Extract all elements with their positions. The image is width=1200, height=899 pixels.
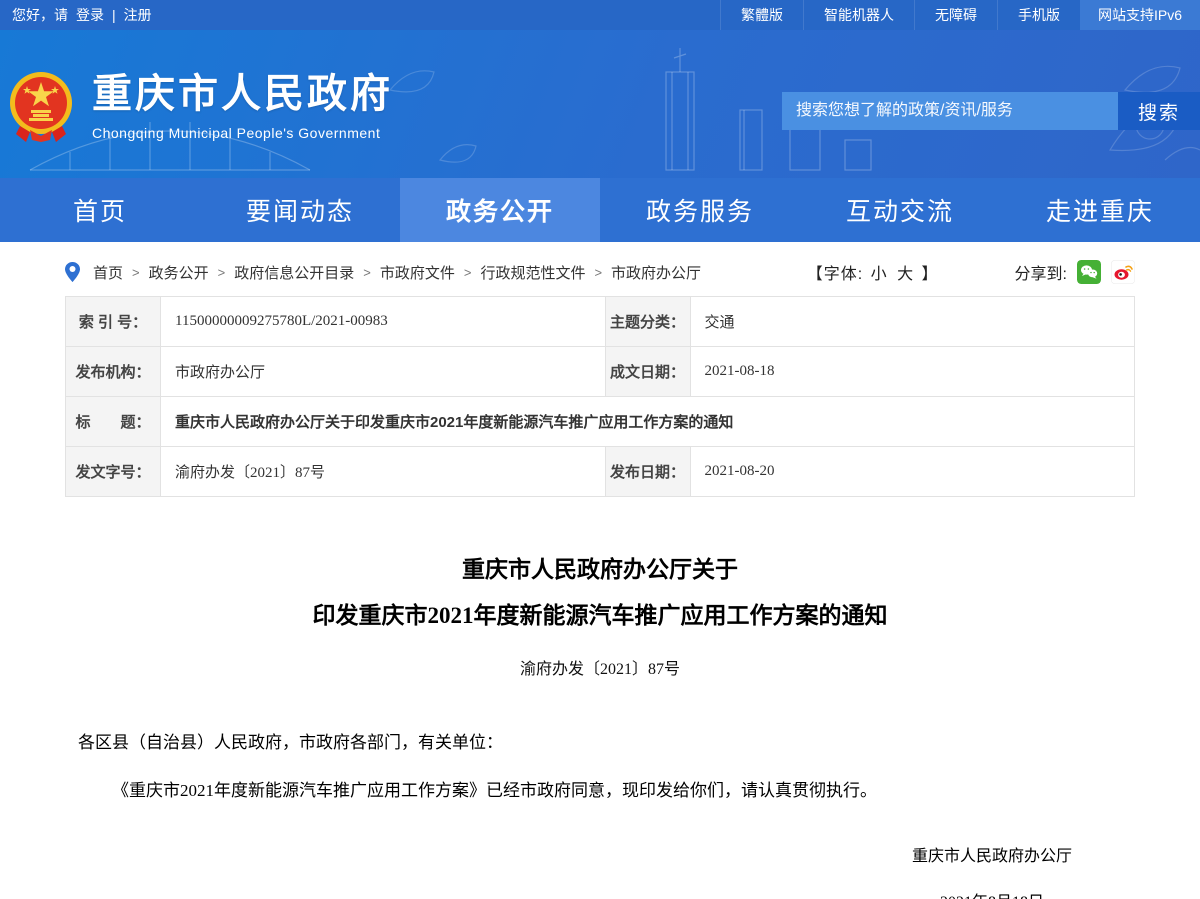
breadcrumb-home[interactable]: 首页: [93, 262, 123, 283]
nav-item-gov-affairs-open[interactable]: 政务公开: [400, 178, 600, 242]
main-nav: 首页 要闻动态 政务公开 政务服务 互动交流 走进重庆: [0, 178, 1200, 242]
breadcrumb-separator: >: [218, 265, 226, 280]
issuing-agency-value: 市政府办公厅: [161, 347, 606, 397]
breadcrumb-gov-open[interactable]: 政务公开: [149, 262, 209, 283]
breadcrumb-normative-docs[interactable]: 行政规范性文件: [480, 262, 585, 283]
issuing-agency-label: 发布机构：: [66, 347, 161, 397]
document-meta-table: 索 引 号： 11500000009275780L/2021-00983 主题分…: [65, 296, 1135, 497]
topic-category-value: 交通: [690, 297, 1135, 347]
smart-robot-link[interactable]: 智能机器人: [803, 0, 914, 30]
publish-date-label: 发布日期：: [605, 447, 690, 497]
document-salutation: 各区县（自治县）人民政府，市政府各部门，有关单位：: [78, 729, 1122, 757]
font-smaller-button[interactable]: 小: [869, 266, 890, 283]
breadcrumb-separator: >: [132, 265, 140, 280]
font-size-control: 【字体: 小 大 】: [807, 260, 939, 284]
signature-block: 重庆市人民政府办公厅 2021年8月18日: [0, 847, 1200, 899]
document-body: 各区县（自治县）人民政府，市政府各部门，有关单位： 《重庆市2021年度新能源汽…: [0, 729, 1200, 805]
wechat-share-icon[interactable]: [1077, 260, 1101, 284]
written-date-value: 2021-08-18: [690, 347, 1135, 397]
register-link[interactable]: 注册: [124, 5, 152, 25]
topbar-divider: |: [112, 7, 116, 23]
login-link[interactable]: 登录: [76, 5, 104, 25]
table-row: 索 引 号： 11500000009275780L/2021-00983 主题分…: [66, 297, 1135, 347]
table-row: 发文字号： 渝府办发〔2021〕87号 发布日期： 2021-08-20: [66, 447, 1135, 497]
page-tools: 【字体: 小 大 】 分享到:: [807, 260, 1135, 284]
breadcrumb-city-gov-docs[interactable]: 市政府文件: [380, 262, 455, 283]
table-row: 发布机构： 市政府办公厅 成文日期： 2021-08-18: [66, 347, 1135, 397]
accessibility-link[interactable]: 无障碍: [914, 0, 997, 30]
table-row: 标 题： 重庆市人民政府办公厅关于印发重庆市2021年度新能源汽车推广应用工作方…: [66, 397, 1135, 447]
topic-category-label: 主题分类：: [605, 297, 690, 347]
share-label: 分享到:: [1015, 260, 1067, 284]
font-larger-button[interactable]: 大: [895, 266, 916, 283]
breadcrumb-separator: >: [363, 265, 371, 280]
font-size-prefix: 【字体:: [807, 266, 863, 283]
written-date-label: 成文日期：: [605, 347, 690, 397]
document-title-line2: 印发重庆市2021年度新能源汽车推广应用工作方案的通知: [0, 593, 1200, 639]
signature-date: 2021年8月18日: [912, 893, 1072, 899]
breadcrumb-separator: >: [464, 265, 472, 280]
breadcrumb-row: 首页 > 政务公开 > 政府信息公开目录 > 市政府文件 > 行政规范性文件 >…: [0, 250, 1200, 294]
document-title: 重庆市人民政府办公厅关于 印发重庆市2021年度新能源汽车推广应用工作方案的通知: [0, 547, 1200, 639]
greeting-text: 您好，请: [12, 5, 68, 25]
document-title-line1: 重庆市人民政府办公厅关于: [0, 547, 1200, 593]
title-value: 重庆市人民政府办公厅关于印发重庆市2021年度新能源汽车推广应用工作方案的通知: [161, 397, 1135, 447]
nav-item-news[interactable]: 要闻动态: [200, 178, 400, 242]
doc-number-value: 渝府办发〔2021〕87号: [161, 447, 606, 497]
publish-date-value: 2021-08-20: [690, 447, 1135, 497]
nav-item-interaction[interactable]: 互动交流: [800, 178, 1000, 242]
location-pin-icon: [65, 262, 80, 282]
weibo-share-icon[interactable]: [1111, 260, 1135, 284]
breadcrumb: 首页 > 政务公开 > 政府信息公开目录 > 市政府文件 > 行政规范性文件 >…: [65, 262, 701, 283]
document-number: 渝府办发〔2021〕87号: [0, 655, 1200, 679]
nav-item-gov-services[interactable]: 政务服务: [600, 178, 800, 242]
site-subtitle: Chongqing Municipal People's Government: [92, 125, 393, 141]
document-paragraph: 《重庆市2021年度新能源汽车推广应用工作方案》已经市政府同意，现印发给你们，请…: [78, 777, 1122, 805]
breadcrumb-separator: >: [594, 265, 602, 280]
index-number-label: 索 引 号：: [66, 297, 161, 347]
national-emblem-logo: [8, 70, 74, 142]
breadcrumb-info-directory[interactable]: 政府信息公开目录: [234, 262, 354, 283]
site-search: 搜索: [782, 92, 1200, 130]
site-header: 重庆市人民政府 Chongqing Municipal People's Gov…: [0, 30, 1200, 178]
nav-item-home[interactable]: 首页: [0, 178, 200, 242]
top-utility-bar: 您好，请 登录 | 注册 繁體版 智能机器人 无障碍 手机版 网站支持IPv6: [0, 0, 1200, 30]
ipv6-support-badge: 网站支持IPv6: [1080, 0, 1200, 30]
document-content: 重庆市人民政府办公厅关于 印发重庆市2021年度新能源汽车推广应用工作方案的通知…: [0, 547, 1200, 899]
breadcrumb-gov-office[interactable]: 市政府办公厅: [611, 262, 701, 283]
search-input[interactable]: [782, 92, 1118, 130]
traditional-chinese-link[interactable]: 繁體版: [720, 0, 803, 30]
font-size-suffix: 】: [922, 266, 939, 283]
site-title: 重庆市人民政府: [92, 71, 393, 117]
nav-item-about-chongqing[interactable]: 走进重庆: [1000, 178, 1200, 242]
signature-agency: 重庆市人民政府办公厅: [912, 847, 1072, 867]
site-brand[interactable]: 重庆市人民政府 Chongqing Municipal People's Gov…: [8, 70, 393, 142]
search-button[interactable]: 搜索: [1118, 92, 1200, 130]
index-number-value: 11500000009275780L/2021-00983: [161, 297, 606, 347]
title-label: 标 题：: [66, 397, 161, 447]
mobile-version-link[interactable]: 手机版: [997, 0, 1080, 30]
doc-number-label: 发文字号：: [66, 447, 161, 497]
